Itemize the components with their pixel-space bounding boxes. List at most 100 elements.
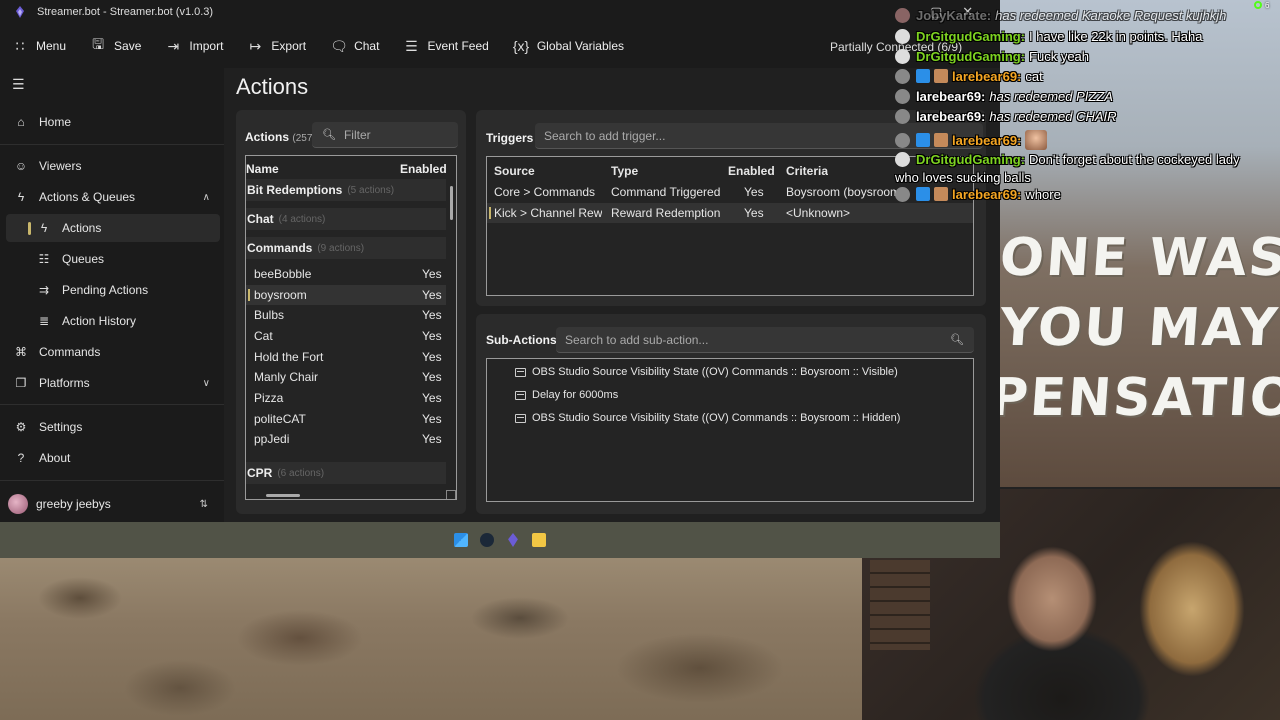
chevron-up-icon: ∧ [202,191,210,203]
list-item[interactable]: Cat Yes [246,326,446,346]
sidebar-item-label: Commands [39,345,101,359]
sidebar-item-commands[interactable]: ⌘ Commands [6,338,220,366]
resize-grip[interactable] [446,490,456,499]
sidebar-item-about[interactable]: ? About [6,444,220,472]
main-content: Actions Actions (257) 🔍︎ Filter Name Enab… [224,68,1000,522]
subactions-title: Sub-Actions [486,333,557,347]
user-profile[interactable]: greeby jeebys ⇅ [8,492,218,516]
hamburger-icon[interactable]: ☰ [12,76,25,93]
list-item[interactable]: Pizza Yes [246,388,446,408]
chat-user: larebear69: [952,187,1022,202]
sidebar-item-queues[interactable]: ☷ Queues [6,245,220,273]
trigger-source: Core > Commands [494,185,596,199]
chat-message: larebear69: has redeemed CHAIR [895,109,1117,124]
sign-line-3: PENSATION [987,368,1280,428]
list-item[interactable]: politeCAT Yes [246,409,446,429]
badge-icon [916,69,930,83]
question-icon: ? [17,451,25,465]
chevron-down-icon: ∨ [202,377,210,389]
pending-icon: ⇉ [38,283,50,297]
col-source[interactable]: Source [494,164,535,178]
sidebar-item-label: Actions [62,221,102,235]
streamerbot-icon[interactable] [508,533,518,547]
folder-icon[interactable] [532,533,546,547]
emote-icon [1025,130,1048,150]
steam-icon[interactable] [480,533,494,547]
global-variables-button[interactable]: {x} Global Variables [513,38,624,54]
triggers-title: Triggers [486,131,534,145]
group-header[interactable]: Chat (4 actions) [246,208,446,230]
group-header[interactable]: Commands (9 actions) [246,237,446,259]
sidebar-item-home[interactable]: ⌂ Home [6,108,220,136]
sidebar-item-platforms[interactable]: ❐ Platforms ∨ [6,369,220,397]
sidebar-item-pending-actions[interactable]: ⇉ Pending Actions [6,276,220,304]
subaction-search-placeholder: Search to add sub-action... [565,332,709,347]
group-name: Chat [247,212,274,226]
chat-message: DrGitgudGaming: Don't forget about the co… [895,152,1240,167]
vertical-scrollbar[interactable] [450,186,453,220]
list-item[interactable]: Manly Chair Yes [246,367,446,387]
list-item[interactable]: boysroom Yes [246,285,446,305]
badge-icon [934,133,948,147]
sidebar-item-actions-queues[interactable]: ϟ Actions & Queues ∧ [6,183,220,211]
badge-icon [934,69,948,83]
actions-list[interactable]: Name Enabled Bit Redemptions (5 actions) … [245,155,457,500]
action-name: Manly Chair [254,370,319,384]
list-item[interactable]: OBS Studio Source Visibility State ((OV)… [515,362,898,382]
action-enabled: Yes [422,350,442,364]
subactions-list[interactable]: OBS Studio Source Visibility State ((OV)… [486,358,974,502]
action-name: Hold the Fort [254,350,324,364]
table-row[interactable]: Kick > Channel Reward Reward Redemption … [487,203,973,223]
group-header[interactable]: CPR (6 actions) [246,462,446,484]
col-enabled-header[interactable]: Enabled [400,162,447,176]
home-icon: ⌂ [17,115,25,129]
list-item[interactable]: beeBobble Yes [246,264,446,284]
trigger-type: Command Triggered [611,185,721,199]
chat-message: larebear69: cat [895,69,1043,84]
sidebar-item-action-history[interactable]: ≣ Action History [6,307,220,335]
filter-input[interactable]: 🔍︎ Filter [312,122,458,148]
chat-message: DrGitgudGaming: I have like 22k in points… [895,29,1202,44]
group-count: (5 actions) [347,184,395,196]
list-item[interactable]: Bulbs Yes [246,305,446,325]
group-header[interactable]: Bit Redemptions (5 actions) [246,179,446,201]
menu-button[interactable]: ∷ Menu [12,38,67,55]
col-enabled[interactable]: Enabled [728,164,775,178]
actions-panel-title: Actions (257) [245,130,316,144]
gear-icon: ⚙ [15,420,27,434]
chat-user: larebear69: [916,109,986,124]
subaction-search-input[interactable]: Search to add sub-action... 🔍︎ [556,327,974,353]
trigger-criteria: Boysroom (boysroom, [786,185,896,199]
lightning-icon: ϟ [40,221,48,235]
group-name: CPR [247,466,273,480]
sidebar-item-label: About [39,451,71,465]
chat-user: DrGitgudGaming: [916,29,1026,44]
chat-user: larebear69: [916,89,986,104]
list-item[interactable]: OBS Studio Source Visibility State ((OV)… [515,408,900,428]
chat-button[interactable]: 🗨 Chat [330,38,379,55]
list-item[interactable]: ppJedi Yes [246,429,446,449]
menu-label: Menu [36,39,67,53]
export-button[interactable]: ↦ Export [247,37,307,55]
sidebar-item-settings[interactable]: ⚙ Settings [6,413,220,441]
import-button[interactable]: ⇥ Import [165,38,224,55]
col-name-header[interactable]: Name [246,162,279,176]
save-button[interactable]: 🖫 Save [90,34,141,58]
list-item[interactable]: Delay for 6000ms [515,385,618,405]
avatar [895,187,910,202]
action-enabled: Yes [422,288,442,302]
col-criteria[interactable]: Criteria [786,164,828,178]
subaction-label: Delay for 6000ms [532,389,619,401]
export-icon: ↦ [249,37,262,54]
windows-start-icon[interactable] [454,533,468,547]
horizontal-scrollbar[interactable] [266,494,300,497]
list-item[interactable]: Hold the Fort Yes [246,347,446,367]
avatar [895,69,910,84]
event-feed-button[interactable]: ☰ Event Feed [403,38,489,55]
col-type[interactable]: Type [611,164,638,178]
sidebar-item-viewers[interactable]: ☺ Viewers [6,152,220,180]
webcam-shelf [870,560,930,650]
chat-message: DrGitgudGaming: Fuck yeah [895,49,1089,64]
sidebar-item-actions[interactable]: ϟ Actions [6,214,220,242]
chat-text: who loves sucking balls [895,170,1031,185]
